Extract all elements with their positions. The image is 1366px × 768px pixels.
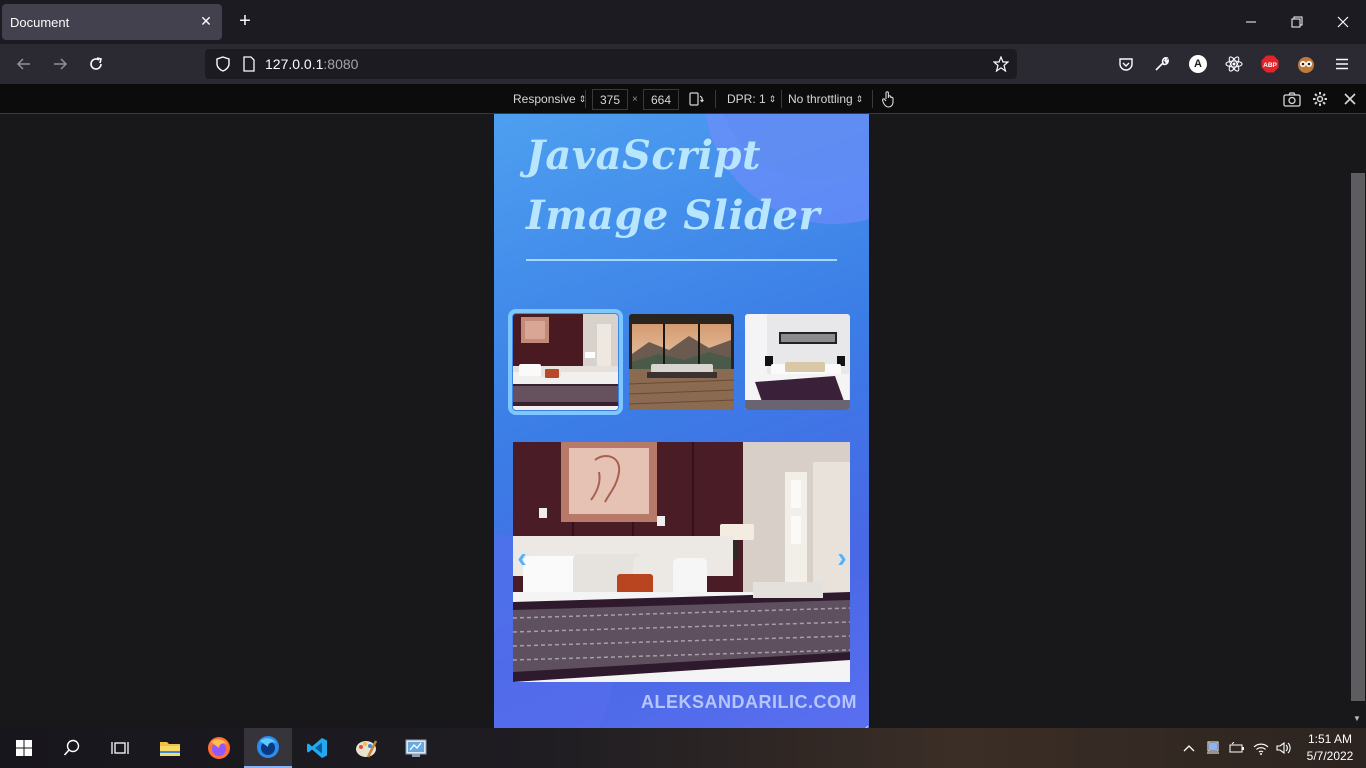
task-view-icon[interactable] xyxy=(96,728,144,768)
clock-time: 1:51 AM xyxy=(1307,732,1353,746)
dpr-selector[interactable]: DPR: 1 ⇕ xyxy=(727,90,776,108)
restore-icon[interactable] xyxy=(1274,0,1320,44)
tab-title: Document xyxy=(10,14,70,30)
wifi-icon[interactable] xyxy=(1253,740,1269,756)
tab-document[interactable]: Document ✕ xyxy=(2,4,222,40)
bedroom-2-image xyxy=(629,314,734,410)
device-selector-label: Responsive xyxy=(513,92,576,106)
search-icon[interactable] xyxy=(48,728,96,768)
pocket-icon[interactable] xyxy=(1118,56,1134,72)
page-title-line1: JavaScript xyxy=(526,132,761,179)
file-explorer-icon[interactable] xyxy=(146,728,194,768)
scrollbar-thumb[interactable] xyxy=(1351,173,1365,701)
divider xyxy=(781,90,782,108)
windows-taskbar: 1:51 AM 5/7/2022 xyxy=(0,728,1366,768)
device-selector[interactable]: Responsive ⇕ xyxy=(513,90,586,108)
screenshot-icon[interactable] xyxy=(1283,90,1301,108)
firefox-icon[interactable] xyxy=(195,728,243,768)
control-panel-icon[interactable] xyxy=(392,728,440,768)
minimize-icon[interactable] xyxy=(1228,0,1274,44)
paint-app-icon[interactable] xyxy=(342,728,390,768)
battery-icon[interactable] xyxy=(1229,740,1245,756)
scroll-down-icon[interactable]: ▼ xyxy=(1353,714,1361,723)
resize-handle-icon[interactable] xyxy=(861,720,869,728)
vscode-icon[interactable] xyxy=(293,728,341,768)
updown-icon: ⇕ xyxy=(855,93,864,104)
tab-bar: Document ✕ + xyxy=(0,0,1366,44)
divider xyxy=(715,90,716,108)
reload-icon[interactable] xyxy=(84,52,108,76)
main-slide-image xyxy=(513,442,850,682)
bedroom-1-image xyxy=(513,314,618,410)
dpr-label: DPR: 1 xyxy=(727,92,766,106)
thumbnail-2[interactable] xyxy=(629,314,734,410)
viewport-width-input[interactable]: 375 xyxy=(592,89,628,110)
close-tab-icon[interactable]: ✕ xyxy=(198,13,214,30)
show-hidden-icons-icon[interactable] xyxy=(1181,740,1197,756)
divider xyxy=(585,90,586,108)
title-divider xyxy=(526,259,837,261)
bedroom-3-image xyxy=(745,314,850,410)
divider xyxy=(872,90,873,108)
thumbnail-1[interactable] xyxy=(508,309,623,415)
page-icon xyxy=(241,56,257,72)
new-tab-icon[interactable]: + xyxy=(234,10,256,32)
throttling-label: No throttling xyxy=(788,92,853,106)
responsive-design-toolbar: Responsive ⇕ 375 × 664 DPR: 1 ⇕ No throt… xyxy=(0,84,1366,114)
url-host: 127.0.0.1 xyxy=(265,56,324,72)
react-devtools-icon[interactable] xyxy=(1225,55,1243,73)
throttling-selector[interactable]: No throttling ⇕ xyxy=(788,90,863,108)
prev-arrow-button[interactable]: ‹ xyxy=(512,544,532,572)
back-icon[interactable] xyxy=(12,52,36,76)
viewport-height-input[interactable]: 664 xyxy=(643,89,679,110)
credit-link[interactable]: ALEKSANDARILIC.COM xyxy=(641,692,857,713)
page-title: JavaScript Image Slider xyxy=(526,126,846,246)
settings-gear-icon[interactable] xyxy=(1312,90,1328,108)
system-clock[interactable]: 1:51 AM 5/7/2022 xyxy=(1300,731,1360,765)
rotate-viewport-icon[interactable] xyxy=(688,90,704,108)
windows-start-icon[interactable] xyxy=(0,728,48,768)
url-text: 127.0.0.1:8080 xyxy=(265,56,358,72)
thumbnail-3[interactable] xyxy=(745,314,850,410)
shield-icon[interactable] xyxy=(215,56,231,72)
tablet-icon[interactable] xyxy=(1205,740,1221,756)
page-title-line2: Image Slider xyxy=(526,192,821,239)
updown-icon: ⇕ xyxy=(768,93,777,104)
close-window-icon[interactable] xyxy=(1320,0,1366,44)
url-port: :8080 xyxy=(323,56,359,72)
close-rdm-icon[interactable] xyxy=(1343,90,1357,108)
bookmark-star-icon[interactable] xyxy=(993,56,1009,72)
adblock-plus-icon[interactable]: ABP xyxy=(1261,55,1279,73)
dimension-separator: × xyxy=(632,93,638,105)
firefox-developer-icon[interactable] xyxy=(244,728,292,768)
next-arrow-button[interactable]: › xyxy=(832,544,852,572)
menu-icon[interactable] xyxy=(1334,56,1350,72)
wrench-icon[interactable] xyxy=(1154,56,1170,72)
svg-text:ABP: ABP xyxy=(1263,62,1277,69)
forward-icon[interactable] xyxy=(48,52,72,76)
device-viewport: JavaScript Image Slider ‹ › ALEKSANDARIL… xyxy=(494,114,869,728)
url-bar[interactable]: 127.0.0.1:8080 xyxy=(205,49,1017,79)
bedroom-1-large-image xyxy=(513,442,850,682)
clock-date: 5/7/2022 xyxy=(1306,749,1354,763)
owl-extension-icon[interactable] xyxy=(1297,55,1315,73)
volume-icon[interactable] xyxy=(1276,740,1292,756)
touch-simulation-icon[interactable] xyxy=(880,90,896,108)
extension-a-icon[interactable]: A xyxy=(1189,55,1207,73)
